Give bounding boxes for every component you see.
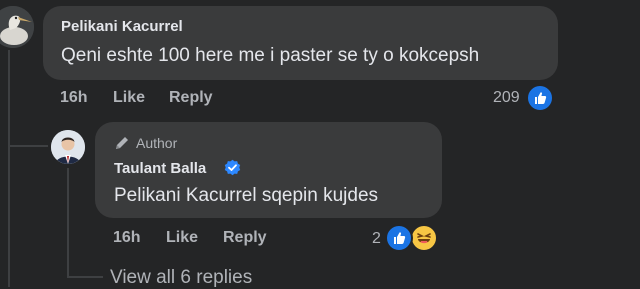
thread-line-reply-branch <box>8 145 48 147</box>
reply-actions: 16h Like Reply <box>113 229 363 249</box>
reply-timestamp[interactable]: 16h <box>113 229 141 247</box>
comment-author-name[interactable]: Pelikani Kacurrel <box>61 18 183 35</box>
thread-line-view-replies <box>67 276 103 278</box>
like-button[interactable]: Like <box>166 229 198 247</box>
comment-text: Qeni eshte 100 here me i paster se ty o … <box>61 45 480 66</box>
comment-actions: 16h Like Reply <box>60 89 360 109</box>
thread-line-reply-vertical <box>67 168 69 276</box>
verified-badge-icon <box>224 159 241 176</box>
reply-author-name[interactable]: Taulant Balla <box>114 160 206 177</box>
reaction-count[interactable]: 2 <box>372 230 381 248</box>
reaction-count[interactable]: 209 <box>493 89 520 107</box>
pencil-icon <box>116 137 128 149</box>
thread-line-main <box>8 50 10 287</box>
like-icon <box>526 84 554 112</box>
like-button[interactable]: Like <box>113 89 145 107</box>
view-all-replies-link[interactable]: View all 6 replies <box>110 267 252 289</box>
reply-button[interactable]: Reply <box>223 229 267 247</box>
comment-timestamp[interactable]: 16h <box>60 89 88 107</box>
like-icon <box>385 224 413 252</box>
author-tag-label: Author <box>136 135 178 151</box>
person-avatar-icon <box>51 130 85 164</box>
avatar[interactable] <box>0 6 34 48</box>
reply-button[interactable]: Reply <box>169 89 213 107</box>
reply-text: Pelikani Kacurrel sqepin kujdes <box>114 185 379 206</box>
pelican-avatar-icon <box>0 6 34 48</box>
haha-icon <box>410 224 438 252</box>
avatar[interactable] <box>51 130 85 164</box>
